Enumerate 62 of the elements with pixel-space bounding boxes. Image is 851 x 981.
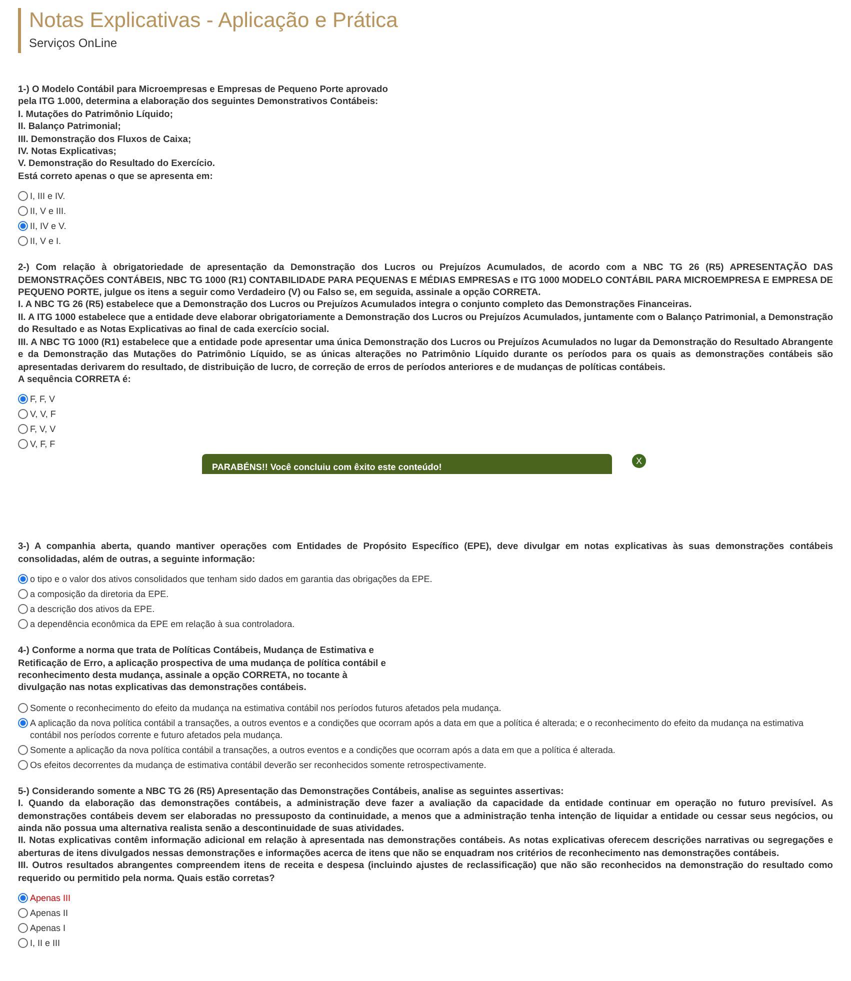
question-text: I. Quando da elaboração das demonstrações contábeis, a administração deve fazer a avaliação da capacidade da entidade continuar em operação no futuro previsível. As demonstrações contábeis devem ser elaboradas no pressuposto da continuidade, a menos que a administração tenha intenção de liquidar a entidade ou cessar seus negócios, ou ainda não possua uma alternativa realista senão a descontinuidade de suas atividades.: [18, 797, 833, 834]
radio-button[interactable]: [18, 604, 28, 614]
radio-button[interactable]: [18, 938, 28, 948]
radio-button[interactable]: [18, 619, 28, 630]
option-label: Apenas I: [30, 922, 66, 934]
radio-button[interactable]: [18, 574, 28, 584]
question-text: III. A NBC TG 1000 (R1) estabelece que a entidade pode apresentar uma única Demonstração dos Lucros ou Prejuízos Acumulados no lugar da Demonstração do Resultado Abrangente e da Demonstração das Mutações do Patrimônio Líquido, se as únicas alterações no Patrimônio Líquido durante os períodos para os quais as demonstrações contábeis são apresentadas derivarem do resultado, de distribuição de lucro, de correção de erros de períodos anteriores e de mudanças de políticas contábeis.: [18, 336, 833, 373]
option-label: I, III e IV.: [30, 190, 66, 202]
radio-button[interactable]: [18, 221, 28, 232]
radio-button[interactable]: [18, 908, 28, 918]
radio-button[interactable]: [18, 923, 28, 933]
radio-button[interactable]: [18, 439, 28, 450]
question-text: IV. Notas Explicativas;: [18, 145, 118, 158]
radio-button[interactable]: [18, 236, 28, 246]
question-text: II. Notas explicativas contêm informação adicional em relação à apresentada nas demonstrações contábeis. As notas explicativas oferecem descrições narrativas ou segregações e aberturas de itens divulgados nessas demonstrações e informações acerca de itens que não se enquadram nos critérios de reconhecimento nas demonstrações contábeis.: [18, 834, 833, 860]
option-label: II, V e III.: [30, 205, 66, 218]
radio-button[interactable]: [18, 206, 28, 216]
option-label: V, F, F: [30, 438, 56, 450]
option-label: I, II e III: [30, 937, 60, 949]
question-text: 3-) A companhia aberta, quando mantiver operações com Entidades de Propósito Específico (EPE), deve divulgar em notas explicativas às suas demonstrações contábeis consolidadas, além de outras, a seguinte informação:: [18, 540, 833, 566]
option-label: F, V, V: [30, 423, 56, 436]
close-button[interactable]: X: [632, 454, 646, 468]
option-label: A aplicação da nova política contábil a transações, a outros eventos e a condições que ocorram após a data em que a política é alterada; e o reconhecimento do efeito da mudança na estimativa contábil nos períodos corrente e futuro afetados pela mudança.: [30, 716, 804, 741]
question-text: I. Mutações do Patrimônio Líquido;: [18, 108, 174, 120]
question-text: III. Demonstração dos Fluxos de Caixa;: [18, 132, 192, 146]
page-title: Notas Explicativas - Aplicação e Prática: [29, 8, 399, 34]
radio-button[interactable]: [18, 744, 28, 755]
option-label: Apenas II: [30, 907, 68, 919]
option-label: o tipo e o valor dos ativos consolidados que tenham sido dados em garantia das obrigações da EPE.: [30, 573, 432, 586]
question-text: 5-) Considerando somente a NBC TG 26 (R5) Apresentação das Demonstrações Contábeis, analise as seguintes assertivas:: [18, 784, 565, 798]
option-label: a composição da diretoria da EPE.: [30, 588, 169, 600]
radio-button[interactable]: [18, 409, 28, 420]
question-text: II. A ITG 1000 estabelece que a entidade deve elaborar obrigatoriamente a Demonstração dos Lucros ou Prejuízos Acumulados, juntamente com o Balanço Patrimonial, a Demonstração do Resultado e as Notas Explicativas ao final de cada exercício social.: [18, 310, 833, 336]
radio-button[interactable]: [18, 394, 28, 404]
question-text: Está correto apenas o que se apresenta em:: [18, 170, 214, 182]
success-banner: PARABÉNS!! Você concluiu com êxito este conteúdo!: [202, 454, 612, 474]
radio-button[interactable]: [18, 589, 28, 600]
radio-button[interactable]: [18, 702, 28, 713]
question-text: I. A NBC TG 26 (R5) estabelece que a Demonstração dos Lucros ou Prejuízos Acumulados integra o conjunto completo das Demonstrações Financeiras.: [18, 298, 693, 311]
option-label: II, IV e V.: [30, 220, 66, 232]
option-label: V, V, F: [30, 408, 56, 420]
option-label: F, F, V: [30, 393, 56, 406]
question-text: A sequência CORRETA é:: [18, 372, 132, 386]
radio-button[interactable]: [18, 760, 28, 770]
radio-button[interactable]: [18, 718, 28, 728]
radio-button[interactable]: [18, 893, 28, 903]
question-text: V. Demonstração do Resultado do Exercício.: [18, 157, 216, 170]
question-text: II. Balanço Patrimonial;: [18, 120, 122, 133]
option-label: Somente o reconhecimento do efeito da mudança na estimativa contábil nos períodos futuros afetados pela mudança.: [30, 702, 502, 714]
question-text: 4-) Conforme a norma que trata de Políticas Contábeis, Mudança de Estimativa e Retificação de Erro, a aplicação prospectiva de uma mudança de política contábil e reconhecimento desta mudança, assinale a opção CORRETA, no tocante à divulgação nas notas explicativas das demonstrações contábeis.: [18, 644, 387, 694]
option-label: II, V e I.: [30, 235, 62, 248]
radio-button[interactable]: [18, 191, 28, 202]
option-label: a dependência econômica da EPE em relação à sua controladora.: [30, 618, 295, 630]
option-label: Os efeitos decorrentes da mudança de estimativa contábil deverão ser reconhecidos somente retrospectivamente.: [30, 758, 486, 771]
page-subtitle: Serviços OnLine: [29, 35, 118, 52]
question-text: 2-) Com relação à obrigatoriedade de apresentação da Demonstração dos Lucros ou Prejuízos Acumulados, de acordo com a NBC TG 26 (R5) APRESENTAÇÃO DAS DEMONSTRAÇÕES CONTÁBEIS, NBC TG 1000 (R1) CONTABILIDADE PARA PEQUENAS E MÉDIAS EMPRESAS e ITG 1000 MODELO CONTÁBIL PARA MICROEMPRESA E EMPRESA DE PEQUENO PORTE, julgue os itens a seguir como Verdadeiro (V) ou Falso se, em seguida, assinale a opção CORRETA.: [18, 261, 833, 298]
option-label: Somente a aplicação da nova política contábil a transações, a outros eventos e a condições que ocorram após a data em que a política é alterada.: [30, 744, 616, 756]
question-text: III. Outros resultados abrangentes compreendem itens de receita e despesa (incluindo ajustes de reclassificação) que não são reconhecidos na demonstração do resultado como requerido ou permitido pela norma. Quais estão corretas?: [18, 859, 833, 884]
option-label: Apenas III: [30, 892, 71, 904]
radio-button[interactable]: [18, 424, 28, 434]
question-text: 1-) O Modelo Contábil para Microempresas e Empresas de Pequeno Porte aprovado pela ITG 1.000, determina a elaboração dos seguintes Demonstrativos Contábeis:: [18, 83, 389, 108]
option-label: a descrição dos ativos da EPE.: [30, 603, 155, 616]
